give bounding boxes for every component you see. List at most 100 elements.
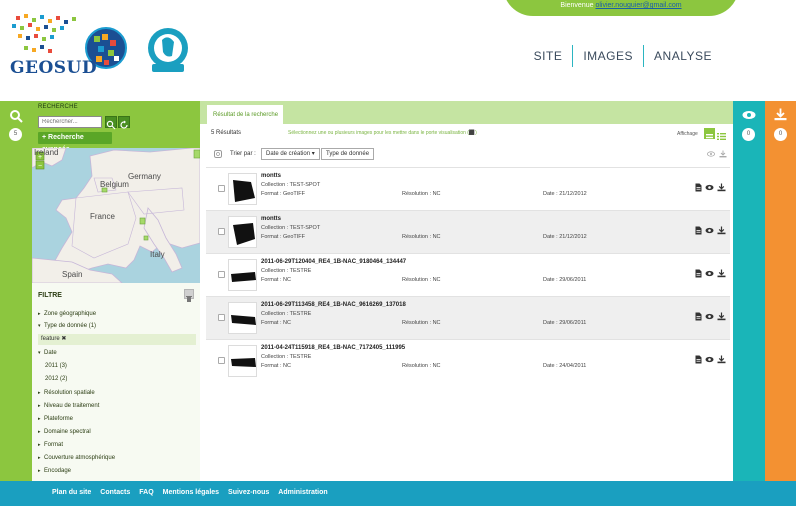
image-footprint [231,315,256,325]
metadata-icon[interactable] [694,355,703,364]
filter-date[interactable]: ▾ Date [38,350,57,356]
filter-encodage[interactable]: ▸ Encodage [38,468,71,474]
sort-type-donnee[interactable]: Type de donnée [321,148,375,160]
trash-icon [186,296,192,302]
page: Bienvenue olivier.nouguier@gmail.com GEO… [0,0,796,506]
result-resolution: Résolution : NC [402,320,441,326]
nav-site[interactable]: SITE [524,45,573,67]
result-thumbnail[interactable] [228,173,257,205]
filter-format[interactable]: ▸ Format [38,442,63,448]
footer-link-plan-du-site[interactable]: Plan du site [52,489,91,496]
result-title[interactable]: 2011-06-29T120404_RE4_1B-NAC_9180464_134… [261,259,406,265]
result-thumbnail[interactable] [228,259,257,291]
result-title[interactable]: montts [261,173,281,179]
eye-icon[interactable] [705,269,714,278]
result-checkbox[interactable] [218,185,225,192]
active-filter-tag[interactable]: feature ✖ [38,334,196,345]
visualization-panel-toggle[interactable]: 0 [733,101,765,481]
map-label-italy: Italy [150,250,165,259]
result-row[interactable]: 2011-06-29T113458_RE4_1B-NAC_9616269_137… [206,296,730,339]
result-resolution: Résolution : NC [402,191,441,197]
date-option-2011[interactable]: 2011 (3) [45,363,67,369]
advanced-search-button[interactable]: + Recherche avancée [38,132,112,153]
download-icon[interactable] [717,183,726,192]
filter-plateforme[interactable]: ▸ Plateforme [38,416,73,422]
eye-icon [742,111,756,119]
search-input[interactable] [38,116,102,128]
result-row[interactable]: 2011-04-24T115918_RE4_1B-NAC_7172405_111… [206,339,730,382]
metadata-icon[interactable] [694,226,703,235]
eye-icon[interactable] [705,226,714,235]
list-view-button[interactable] [704,128,715,141]
date-option-2012[interactable]: 2012 (2) [45,376,67,382]
welcome-banner: Bienvenue olivier.nouguier@gmail.com [503,0,739,16]
download-panel-toggle[interactable]: 0 [765,101,796,481]
result-thumbnail[interactable] [228,302,257,334]
result-title[interactable]: 2011-06-29T113458_RE4_1B-NAC_9616269_137… [261,302,406,308]
filter-couverture-atmospherique[interactable]: ▸ Couverture atmosphérique [38,455,115,461]
display-label: Affichage [677,131,698,137]
result-date: Date : 21/12/2012 [543,191,587,197]
download-icon[interactable] [717,226,726,235]
footer-link-suivez-nous[interactable]: Suivez-nous [228,489,269,496]
download-icon[interactable] [717,269,726,278]
clear-filters-button[interactable] [184,289,194,302]
grid-view-button[interactable] [717,128,728,140]
sort-date-creation[interactable]: Date de création ▾ [261,148,320,160]
filter-zone-geographique[interactable]: ▸ Zone géographique [38,311,96,317]
user-email-link[interactable]: olivier.nouguier@gmail.com [595,2,681,9]
image-footprint [233,223,255,245]
result-format: Format : GeoTIFF [261,191,306,197]
search-button[interactable] [105,116,117,130]
map-canvas: + − [32,148,200,283]
sidebar: RECHERCHE + Recherche avancée [32,101,200,481]
results-count-badge: 5 [9,128,22,141]
result-collection: Collection : TESTRE [261,354,312,360]
metadata-icon[interactable] [694,312,703,321]
preview-all-icon[interactable] [707,150,715,158]
result-title[interactable]: montts [261,216,281,222]
metadata-icon[interactable] [694,183,703,192]
results-count: 5 Résultats [211,130,242,136]
filter-type-de-donnee[interactable]: ▾ Type de donnée (1) [38,323,96,329]
download-all-icon[interactable] [719,150,727,158]
map[interactable]: + − Ireland Belgium Germany France Italy… [32,148,200,283]
result-title[interactable]: 2011-04-24T115918_RE4_1B-NAC_7172405_111… [261,345,405,351]
footer-link-administration[interactable]: Administration [278,489,327,496]
result-thumbnail[interactable] [228,345,257,377]
result-checkbox[interactable] [218,357,225,364]
result-checkbox[interactable] [218,314,225,321]
result-row[interactable]: montts Collection : TEST-SPOT Format : G… [206,167,730,210]
results-list: montts Collection : TEST-SPOT Format : G… [206,167,730,382]
filter-resolution-spatiale[interactable]: ▸ Résolution spatiale [38,390,95,396]
result-resolution: Résolution : NC [402,277,441,283]
footer-link-mentions-legales[interactable]: Mentions légales [163,489,219,496]
tab-search-results[interactable]: Résultat de la recherche [207,105,283,124]
result-checkbox[interactable] [218,228,225,235]
result-checkbox[interactable] [218,271,225,278]
eye-icon[interactable] [705,312,714,321]
metadata-icon[interactable] [694,269,703,278]
filter-domaine-spectral[interactable]: ▸ Domaine spectral [38,429,91,435]
download-icon[interactable] [717,355,726,364]
search-panel-toggle[interactable]: 5 [0,101,32,481]
result-row[interactable]: 2011-06-29T120404_RE4_1B-NAC_9180464_134… [206,253,730,296]
nav-images[interactable]: IMAGES [572,45,643,67]
filter-niveau-de-traitement[interactable]: ▸ Niveau de traitement [38,403,99,409]
result-collection: Collection : TEST-SPOT [261,225,321,231]
grid-view-icon [717,133,726,140]
sort-label: Trier par : [230,151,256,157]
result-thumbnail[interactable] [228,216,257,248]
eye-icon[interactable] [705,183,714,192]
result-date: Date : 29/06/2011 [543,320,587,326]
footer-link-contacts[interactable]: Contacts [100,489,130,496]
investissements-avenir-seal [148,28,188,72]
nav-analyse[interactable]: ANALYSE [643,45,722,67]
download-icon[interactable] [717,312,726,321]
select-all-icon[interactable] [214,150,222,158]
result-row[interactable]: montts Collection : TEST-SPOT Format : G… [206,210,730,253]
reset-search-button[interactable] [118,116,130,129]
eye-icon[interactable] [705,355,714,364]
footer-link-faq[interactable]: FAQ [139,489,153,496]
image-footprint [231,272,256,282]
